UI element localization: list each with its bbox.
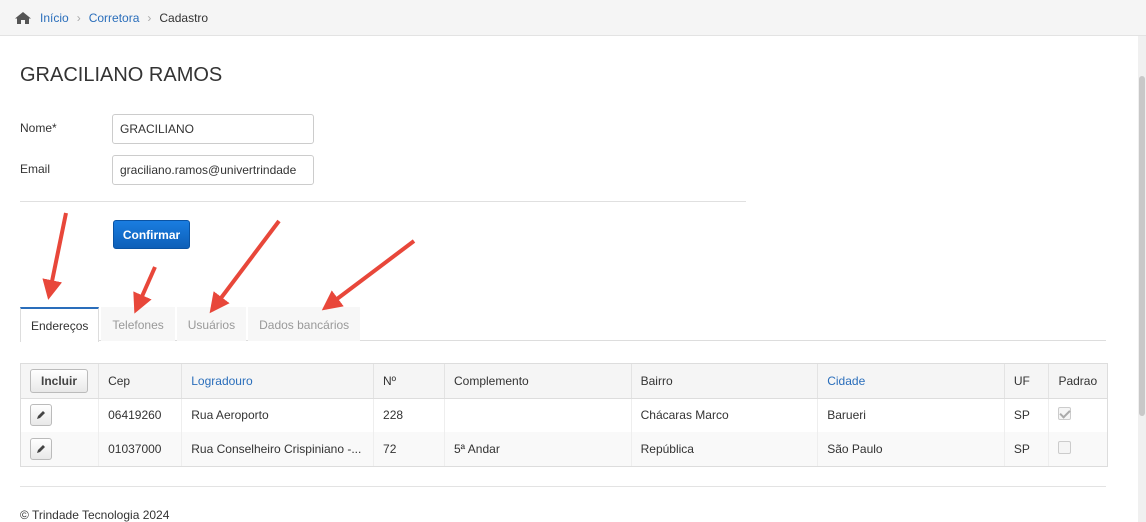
breadcrumb-separator: › (147, 10, 152, 25)
padrao-checkbox[interactable] (1058, 407, 1072, 421)
cell-bairro: Chácaras Marco (631, 398, 819, 432)
confirm-button[interactable]: Confirmar (113, 220, 190, 249)
page-title: GRACILIANO RAMOS (20, 64, 223, 86)
header-cidade[interactable]: Cidade (817, 364, 1005, 399)
cell-bairro: República (631, 432, 819, 466)
addresses-table: Incluir Cep Logradouro Nº Complemento Ba… (20, 363, 1108, 467)
cell-uf: SP (1004, 432, 1050, 466)
breadcrumb-home-link[interactable]: Início (40, 11, 69, 25)
annotation-arrow (209, 219, 281, 314)
edit-button[interactable] (30, 404, 52, 427)
cell-padrao (1049, 432, 1107, 466)
cell-logradouro: Rua Aeroporto (181, 398, 375, 432)
nome-input[interactable] (112, 114, 314, 144)
form-divider (20, 201, 746, 202)
home-icon[interactable] (14, 11, 32, 25)
header-padrao[interactable]: Padrao (1048, 364, 1107, 399)
header-cep[interactable]: Cep (98, 364, 183, 399)
tab-telefones[interactable]: Telefones (101, 307, 175, 341)
table-row: 01037000 Rua Conselheiro Crispiniano -..… (21, 432, 1107, 466)
breadcrumb-current: Cadastro (159, 10, 209, 25)
footer-divider (20, 486, 1106, 487)
row-edit-cell (21, 398, 100, 432)
header-complemento[interactable]: Complemento (444, 364, 632, 399)
header-logradouro[interactable]: Logradouro (181, 364, 375, 399)
nome-label: Nome* (20, 121, 57, 135)
incluir-button[interactable]: Incluir (30, 368, 89, 393)
tab-enderecos[interactable]: Endereços (20, 307, 100, 342)
annotation-arrow (321, 239, 416, 311)
table-header-row: Incluir Cep Logradouro Nº Complemento Ba… (21, 364, 1107, 399)
annotation-arrow (133, 266, 157, 314)
tab-usuarios[interactable]: Usuários (176, 307, 247, 341)
incluir-header: Incluir (21, 364, 100, 399)
email-input[interactable] (112, 155, 314, 185)
header-uf[interactable]: UF (1004, 364, 1050, 399)
scrollbar-thumb[interactable] (1139, 76, 1145, 416)
pencil-icon (37, 411, 45, 420)
table-row: 06419260 Rua Aeroporto 228 Chácaras Marc… (21, 398, 1107, 432)
cell-cidade: Barueri (817, 398, 1005, 432)
header-bairro[interactable]: Bairro (631, 364, 819, 399)
padrao-checkbox[interactable] (1058, 441, 1072, 454)
cell-complemento (444, 398, 632, 432)
edit-button[interactable] (30, 438, 52, 460)
pencil-icon (37, 445, 45, 453)
annotation-arrow (42, 212, 68, 300)
cell-numero: 72 (373, 432, 445, 466)
cell-logradouro: Rua Conselheiro Crispiniano -... (181, 432, 375, 466)
cell-uf: SP (1004, 398, 1050, 432)
tab-dados-bancarios[interactable]: Dados bancários (248, 307, 361, 341)
cell-numero: 228 (373, 398, 445, 432)
footer-copyright: © Trindade Tecnologia 2024 (20, 508, 170, 522)
cell-cidade: São Paulo (817, 432, 1005, 466)
cell-cep: 06419260 (98, 398, 183, 432)
breadcrumb-corretora-link[interactable]: Corretora (89, 11, 140, 25)
tab-bar: Endereços Telefones Usuários Dados bancá… (20, 307, 1106, 342)
cell-padrao (1049, 398, 1107, 432)
header-numero[interactable]: Nº (373, 364, 445, 399)
email-label: Email (20, 162, 51, 176)
scrollbar-track[interactable] (1138, 36, 1146, 522)
cell-complemento: 5ª Andar (444, 432, 632, 466)
row-edit-cell (21, 432, 100, 466)
breadcrumb-separator: › (76, 10, 81, 25)
breadcrumb: Início › Corretora › Cadastro (0, 0, 1146, 36)
cell-cep: 01037000 (98, 432, 183, 466)
